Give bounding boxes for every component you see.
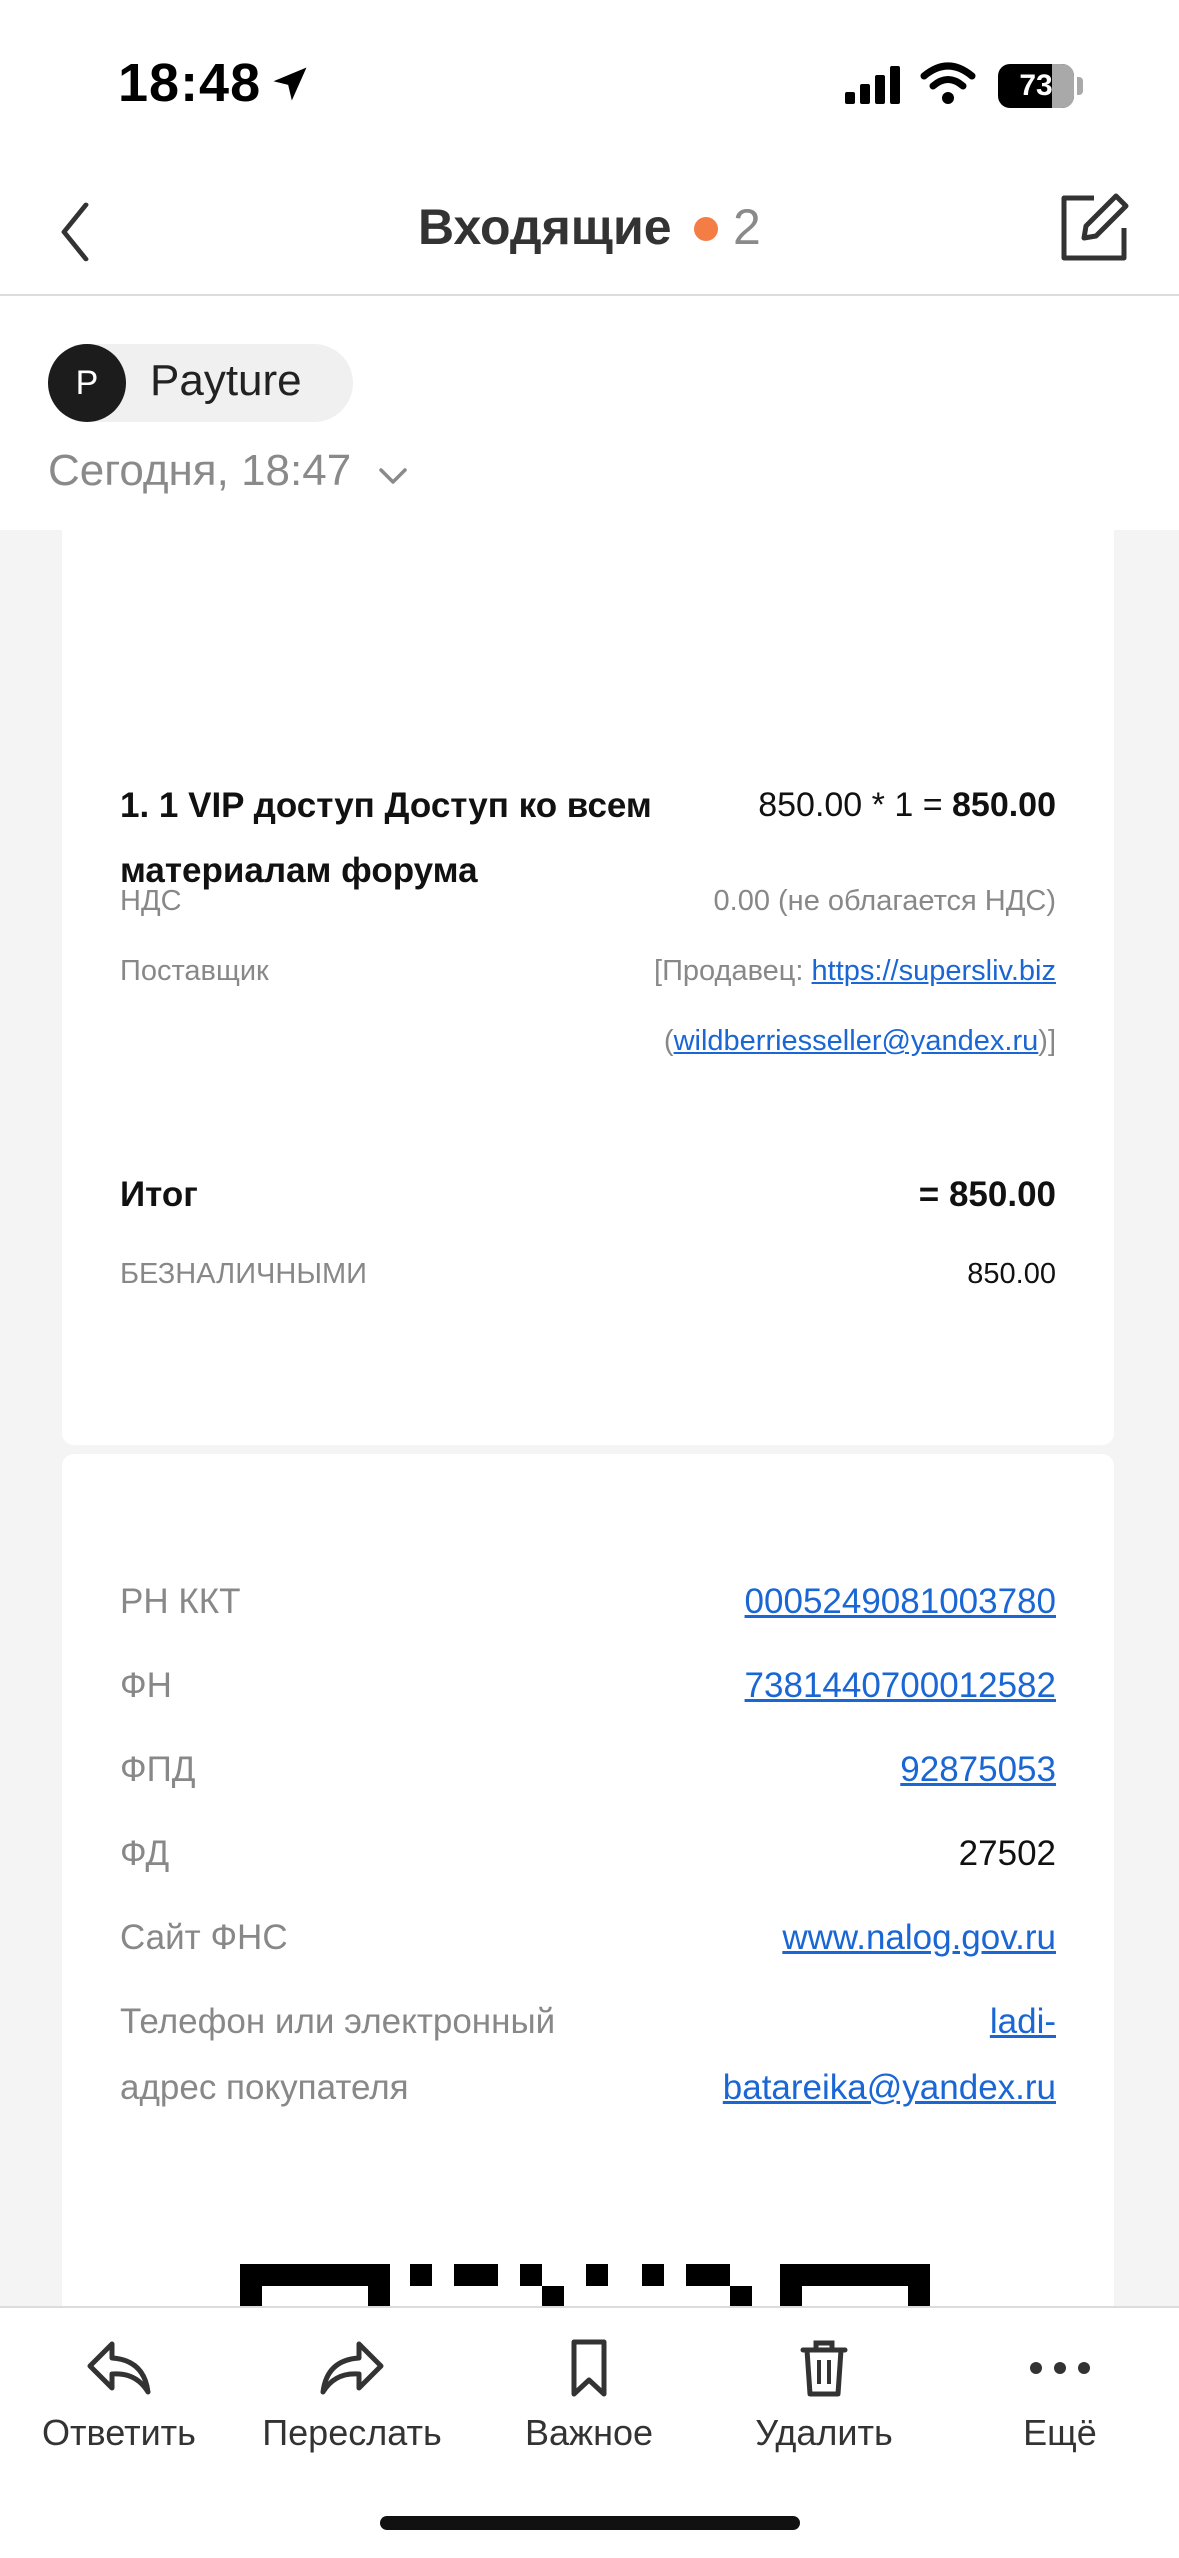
forward-icon — [320, 2341, 384, 2395]
trash-icon — [800, 2340, 848, 2397]
fiscal-label-fn: ФН — [120, 1666, 172, 1705]
battery-icon: 73 — [998, 64, 1074, 108]
supplier-line1: [Продавец: https://supersliv.biz — [654, 955, 1056, 988]
total-label: Итог — [120, 1175, 198, 1214]
supplier-line2: (wildberriesseller@yandex.ru)] — [664, 1025, 1056, 1058]
forward-button[interactable]: Переслать — [247, 2338, 457, 2454]
battery-percent: 73 — [1019, 69, 1053, 102]
sender-name: Payture — [150, 356, 302, 405]
item-name: 1. 1 VIP доступ Доступ ко всем материала… — [120, 786, 652, 890]
fiscal-value-buyer-line1[interactable]: ladi- — [990, 1989, 1056, 2055]
fiscal-value-fns-site[interactable]: www.nalog.gov.ru — [782, 1905, 1056, 1971]
vat-label: НДС — [120, 885, 182, 917]
item-price-calc: 850.00 * 1 = — [758, 786, 952, 824]
supplier-open: ( — [663, 1025, 674, 1057]
item-price-total: 850.00 — [952, 786, 1056, 824]
status-bar: 18:48 73 — [0, 0, 1179, 170]
important-label: Важное — [524, 2412, 654, 2453]
nav-title: Входящие — [418, 199, 672, 255]
reply-label: Ответить — [42, 2412, 196, 2453]
status-time: 18:48 — [118, 53, 262, 113]
important-button[interactable]: Важное — [484, 2338, 694, 2454]
email-body[interactable]: 1. 1 VIP доступ Доступ ко всем материала… — [0, 530, 1179, 2306]
fiscal-label-rn-kkt: РН ККТ — [120, 1582, 241, 1621]
more-button[interactable]: Ещё — [955, 2338, 1165, 2454]
reply-icon — [87, 2341, 151, 2395]
qr-code — [240, 2264, 930, 2306]
payment-label: БЕЗНАЛИЧНЫМИ — [120, 1258, 367, 1290]
fiscal-label-buyer-line2: адрес покупателя — [120, 2068, 409, 2107]
fiscal-value-fn[interactable]: 7381440700012582 — [745, 1653, 1056, 1719]
delete-label: Удалить — [755, 2412, 893, 2453]
more-label: Ещё — [1023, 2412, 1097, 2453]
back-chevron-icon[interactable] — [40, 192, 120, 272]
vat-value: 0.00 (не облагается НДС) — [713, 885, 1056, 917]
compose-icon[interactable] — [1054, 188, 1134, 268]
payment-value: 850.00 — [967, 1258, 1056, 1290]
fiscal-label-fpd: ФПД — [120, 1750, 196, 1789]
nav-bar: Входящие 2 — [0, 170, 1179, 296]
more-icon — [1030, 2362, 1090, 2374]
receipt-items-card: 1. 1 VIP доступ Доступ ко всем материала… — [62, 643, 1114, 1445]
bookmark-icon — [571, 2339, 607, 2397]
fiscal-label-fns-site: Сайт ФНС — [120, 1918, 288, 1957]
supplier-site-link[interactable]: https://supersliv.biz — [812, 955, 1056, 987]
unread-dot — [694, 217, 718, 241]
chevron-down-icon[interactable] — [378, 466, 408, 486]
fiscal-value-fd: 27502 — [958, 1834, 1056, 1873]
total-value: = 850.00 — [918, 1175, 1056, 1214]
supplier-close: )] — [1038, 1025, 1056, 1057]
home-indicator — [380, 2516, 800, 2530]
location-arrow-icon — [273, 67, 307, 101]
wifi-icon — [920, 62, 976, 104]
battery-nub — [1077, 77, 1083, 95]
fiscal-card: РН ККТ 0005249081003780 ФН 7381440700012… — [62, 1454, 1114, 2306]
fiscal-label-buyer-line1: Телефон или электронный — [120, 2002, 556, 2041]
unread-count: 2 — [733, 199, 761, 255]
sender-chip[interactable]: P Payture — [48, 344, 353, 422]
delete-button[interactable]: Удалить — [719, 2338, 929, 2454]
fiscal-value-fpd[interactable]: 92875053 — [900, 1737, 1056, 1803]
forward-label: Переслать — [262, 2412, 442, 2453]
fiscal-value-rn-kkt[interactable]: 0005249081003780 — [745, 1569, 1056, 1635]
reply-button[interactable]: Ответить — [14, 2338, 224, 2454]
date-label[interactable]: Сегодня, 18:47 — [48, 446, 351, 496]
supplier-prefix: [Продавец: — [654, 955, 812, 987]
signal-icon — [845, 66, 900, 104]
item-price: 850.00 * 1 = 850.00 — [758, 773, 1056, 838]
supplier-label: Поставщик — [120, 955, 269, 987]
fiscal-label-fd: ФД — [120, 1834, 170, 1873]
supplier-email-link[interactable]: wildberriesseller@yandex.ru — [674, 1025, 1039, 1057]
avatar: P — [48, 344, 126, 422]
fiscal-value-buyer-line2[interactable]: batareika@yandex.ru — [723, 2055, 1056, 2121]
